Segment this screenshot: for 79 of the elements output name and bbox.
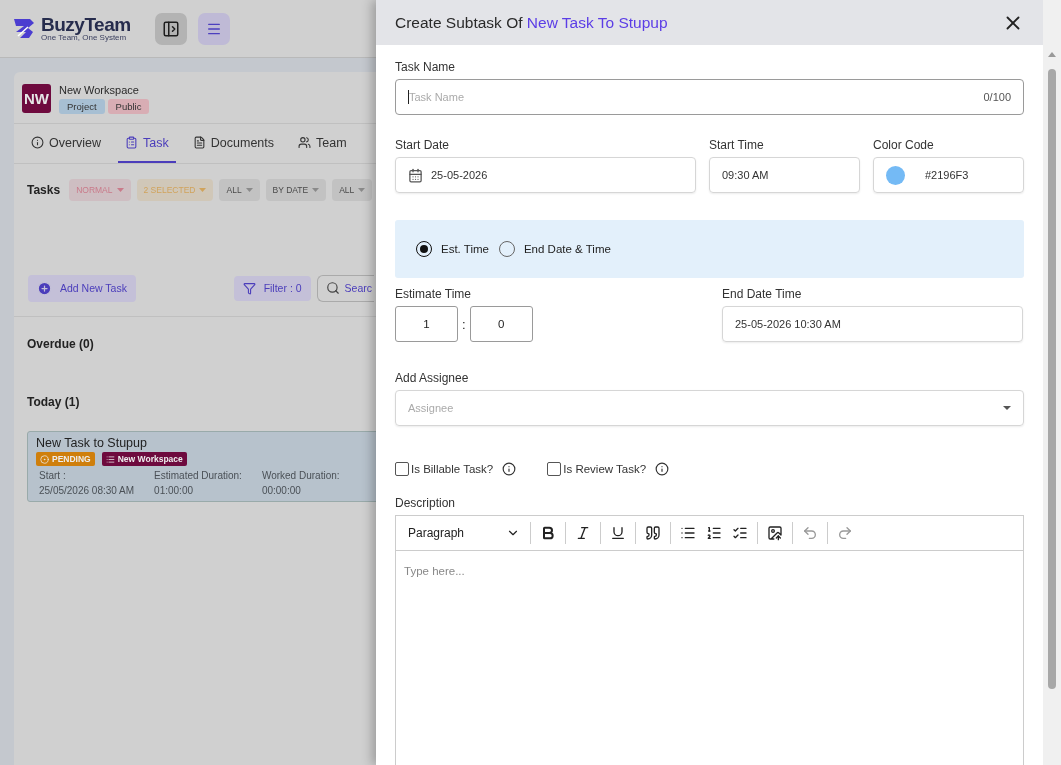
undo-icon	[802, 525, 818, 541]
bullets-icon	[680, 525, 696, 541]
team-icon	[298, 136, 312, 149]
field-label: Estimate Time	[395, 287, 473, 301]
todo-icon	[732, 525, 748, 541]
field-label: Task Name	[395, 60, 457, 74]
brand-name: BuzyTeam	[41, 15, 131, 34]
caret-icon	[1003, 406, 1011, 410]
field-label: Worked Duration:	[261, 470, 340, 481]
list-icon	[105, 454, 115, 464]
end-date-time-field[interactable]: 25-05-2026 10:30 AM	[722, 306, 1023, 342]
task-icon	[125, 136, 139, 149]
menu-button[interactable]	[197, 12, 230, 45]
add-task-button[interactable]: Add New Task	[28, 274, 136, 302]
tab[interactable]: Overview	[24, 124, 109, 163]
search-field[interactable]: Searc	[316, 274, 374, 302]
drawer-title: Create Subtask Of New Task To Stupup	[395, 13, 668, 32]
minutes-field[interactable]: 0	[469, 306, 533, 342]
tasks-heading: Tasks	[27, 183, 61, 197]
tab[interactable]: Documents	[185, 124, 282, 163]
field-label: End Date Time	[722, 287, 803, 301]
description-editor[interactable]: Paragraph Type here...	[395, 515, 1024, 765]
workspace-avatar: NW	[22, 84, 51, 113]
checkbox[interactable]: Is Review Task?	[547, 462, 647, 476]
info-icon	[655, 462, 670, 476]
section-heading: Today (1)	[26, 395, 81, 409]
task-title: New Task to Stupup	[36, 436, 148, 450]
sidebar-toggle-button[interactable]	[154, 12, 187, 45]
section-heading: Overdue (0)	[26, 337, 95, 351]
filter-button[interactable]: Filter : 0	[233, 275, 311, 301]
hours-field[interactable]: 1	[395, 306, 458, 342]
plus-icon	[37, 280, 52, 296]
status-icon	[40, 454, 49, 464]
calendar-icon	[408, 167, 423, 183]
field-label: Start Date	[395, 138, 451, 152]
field-label: Color Code	[873, 138, 935, 152]
filter-icon	[242, 281, 256, 295]
info-icon	[31, 136, 44, 149]
radio-option[interactable]: Est. Time	[416, 241, 489, 257]
search-icon	[325, 281, 340, 295]
filter-dropdown[interactable]: ALL	[219, 179, 260, 201]
paragraph-dropdown[interactable]: Paragraph	[402, 526, 526, 540]
status-badge: PENDING	[36, 452, 95, 466]
filter-dropdown[interactable]: ALL	[332, 179, 373, 201]
editor-placeholder: Type here...	[403, 564, 466, 579]
underline-icon	[610, 525, 626, 541]
image-icon	[767, 525, 783, 541]
redo-icon	[837, 525, 853, 541]
panel-icon	[161, 19, 180, 38]
field-label: Add Assignee	[395, 371, 470, 385]
task-card[interactable]: New Task to Stupup PENDING New Workspace Start : 25/05/2026 08:30 AM Estimated Duration: 01:00:00 Worked Duration: 00:00:00	[27, 431, 376, 502]
workspace-tag: Public	[107, 99, 150, 114]
workspace-name: New Workspace	[59, 84, 140, 96]
filter-dropdown[interactable]: BY DATE	[265, 179, 327, 201]
quote-icon	[645, 525, 661, 541]
field-value: 01:00:00	[154, 485, 194, 496]
numbers-icon	[706, 525, 722, 541]
tab[interactable]: Task	[118, 124, 176, 163]
tab[interactable]: Team	[291, 124, 354, 163]
scrollbar[interactable]	[1043, 0, 1061, 765]
field-label: Estimated Duration:	[154, 470, 242, 481]
workspace-tag: Project	[59, 99, 105, 114]
radio-option[interactable]: End Date & Time	[498, 241, 611, 257]
start-time-field[interactable]: 09:30 AM	[709, 157, 860, 193]
field-label: Description	[395, 496, 457, 510]
workspace-badge: New Workspace	[101, 452, 187, 466]
task-name-field[interactable]: Task Name 0/100	[395, 79, 1024, 115]
info-icon	[502, 462, 517, 476]
field-label: Start :	[39, 470, 67, 481]
start-date-field[interactable]: 25-05-2026	[395, 157, 696, 193]
doc-icon	[192, 136, 206, 149]
field-value: 00:00:00	[261, 485, 302, 496]
time-separator: :	[462, 316, 466, 332]
bold-icon	[540, 525, 556, 541]
color-code-field[interactable]: #2196F3	[873, 157, 1024, 193]
brand-tagline: One Team, One System	[41, 34, 127, 42]
field-label: Start Time	[709, 138, 765, 152]
checkbox[interactable]: Is Billable Task?	[395, 462, 494, 476]
italic-icon	[575, 525, 591, 541]
